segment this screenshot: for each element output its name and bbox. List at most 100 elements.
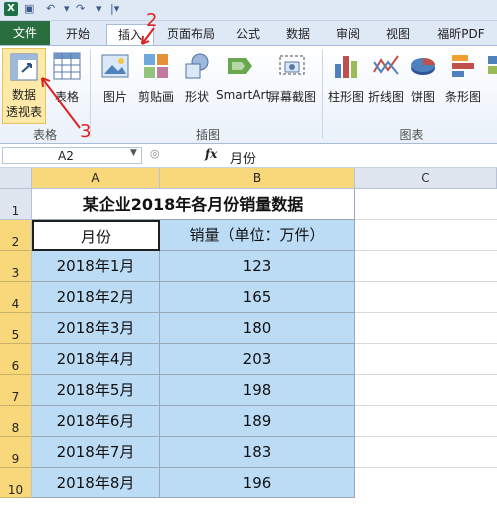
bar-chart-button[interactable]: 条形图 (442, 52, 484, 105)
gridline (355, 405, 497, 406)
more-chart-icon (488, 56, 497, 74)
month-cell[interactable]: 2018年6月 (32, 406, 160, 437)
group-separator (322, 50, 323, 138)
month-cell[interactable]: 2018年1月 (32, 251, 160, 282)
gridline (355, 281, 497, 282)
tab-foxit-pdf[interactable]: 福昕PDF (428, 24, 494, 45)
picture-icon (101, 54, 129, 78)
smartart-button[interactable]: SmartArt (216, 52, 271, 102)
smartart-icon (228, 58, 252, 74)
screenshot-button[interactable]: 屏幕截图 (268, 52, 316, 105)
month-cell[interactable]: 2018年2月 (32, 282, 160, 313)
tab-home[interactable]: 开始 (58, 24, 98, 45)
arrow-to-pivot-table-icon (41, 77, 81, 129)
excel-logo-icon: X (4, 2, 18, 16)
month-cell[interactable]: 2018年3月 (32, 313, 160, 344)
row-header[interactable]: 8 (0, 406, 32, 437)
more-charts-button[interactable] (486, 52, 497, 112)
row-header[interactable]: 2 (0, 220, 32, 251)
name-box-dropdown-icon[interactable]: ▼ (130, 148, 137, 158)
tab-formulas[interactable]: 公式 (228, 24, 268, 45)
sales-cell[interactable]: 198 (160, 375, 355, 406)
tab-file[interactable]: 文件 (0, 21, 50, 45)
gridline (355, 467, 497, 468)
sales-cell[interactable]: 183 (160, 437, 355, 468)
header-month-cell[interactable]: 月份 (32, 220, 160, 251)
pie-chart-icon (411, 58, 435, 75)
sales-cell[interactable]: 165 (160, 282, 355, 313)
gridline (355, 219, 497, 220)
shapes-icon (185, 53, 209, 79)
column-chart-label: 柱形图 (327, 90, 364, 104)
pie-chart-button[interactable]: 饼图 (408, 52, 438, 105)
redo-icon[interactable]: ↷ (76, 2, 85, 16)
save-icon[interactable]: ▣ (24, 2, 34, 16)
row-header[interactable]: 4 (0, 282, 32, 313)
bar-chart-icon (452, 55, 474, 77)
row-header[interactable]: 7 (0, 375, 32, 406)
row-header[interactable]: 1 (0, 189, 32, 220)
clip-art-button[interactable]: 剪贴画 (136, 52, 176, 105)
month-cell[interactable]: 2018年7月 (32, 437, 160, 468)
pie-chart-label: 饼图 (410, 90, 435, 104)
bar-chart-label: 条形图 (444, 90, 481, 104)
sales-cell[interactable]: 196 (160, 468, 355, 498)
column-chart-button[interactable]: 柱形图 (326, 52, 366, 105)
sheet-title-cell[interactable]: 某企业2018年各月份销量数据 (32, 189, 355, 220)
row-header[interactable]: 6 (0, 344, 32, 375)
pivot-table-icon (10, 53, 38, 81)
select-all-corner[interactable] (0, 168, 32, 189)
sales-cell[interactable]: 123 (160, 251, 355, 282)
smartart-label: SmartArt (216, 88, 271, 102)
insert-function-icon[interactable]: fx (205, 147, 217, 161)
undo-dropdown-icon[interactable]: ▾ (64, 2, 70, 16)
gridline (355, 343, 497, 344)
picture-label: 图片 (102, 90, 127, 104)
group-label-illustrations: 插图 (195, 128, 220, 142)
clip-art-label: 剪贴画 (137, 90, 174, 104)
cancel-icon[interactable]: ◎ (150, 147, 160, 160)
tab-page-layout[interactable]: 页面布局 (162, 24, 220, 45)
column-chart-icon (335, 56, 357, 78)
gridline (355, 312, 497, 313)
sales-cell[interactable]: 189 (160, 406, 355, 437)
tab-data[interactable]: 数据 (278, 24, 318, 45)
name-box[interactable]: A2 (2, 147, 142, 164)
clip-art-icon (144, 54, 168, 78)
month-cell[interactable]: 2018年5月 (32, 375, 160, 406)
quick-access-toolbar: X ▣ ↶ ▾ ↷ ▾ |▾ (0, 0, 497, 21)
gridline (355, 250, 497, 251)
shapes-label: 形状 (184, 90, 209, 104)
row-header[interactable]: 3 (0, 251, 32, 282)
header-sales-cell[interactable]: 销量（单位：万件） (160, 220, 355, 251)
tab-review[interactable]: 审阅 (328, 24, 368, 45)
redo-dropdown-icon[interactable]: ▾ (96, 2, 102, 16)
group-label-charts: 图表 (399, 128, 424, 142)
column-header-b[interactable]: B (160, 168, 355, 189)
picture-button[interactable]: 图片 (98, 52, 132, 105)
ribbon-tabs: 文件 开始 插入 页面布局 公式 数据 审阅 视图 福昕PDF (0, 21, 497, 46)
line-chart-label: 折线图 (367, 90, 404, 104)
screenshot-label: 屏幕截图 (268, 90, 317, 104)
customize-qat-icon[interactable]: |▾ (110, 2, 119, 16)
row-header[interactable]: 5 (0, 313, 32, 344)
sales-cell[interactable]: 203 (160, 344, 355, 375)
row-header[interactable]: 9 (0, 437, 32, 468)
shapes-button[interactable]: 形状 (180, 52, 214, 105)
line-chart-icon (373, 55, 399, 75)
arrow-to-insert-tab-icon (141, 27, 155, 45)
sales-cell[interactable]: 180 (160, 313, 355, 344)
screenshot-icon (279, 55, 305, 75)
formula-bar: A2 ▼ ◎ fx 月份 (0, 145, 497, 168)
gridline (355, 374, 497, 375)
gridline (355, 436, 497, 437)
column-header-a[interactable]: A (32, 168, 160, 189)
formula-input[interactable]: 月份 (230, 148, 256, 167)
month-cell[interactable]: 2018年8月 (32, 468, 160, 498)
tab-view[interactable]: 视图 (378, 24, 418, 45)
line-chart-button[interactable]: 折线图 (366, 52, 406, 105)
row-header[interactable]: 10 (0, 468, 32, 498)
month-cell[interactable]: 2018年4月 (32, 344, 160, 375)
undo-icon[interactable]: ↶ (46, 2, 55, 16)
column-header-c[interactable]: C (355, 168, 497, 189)
